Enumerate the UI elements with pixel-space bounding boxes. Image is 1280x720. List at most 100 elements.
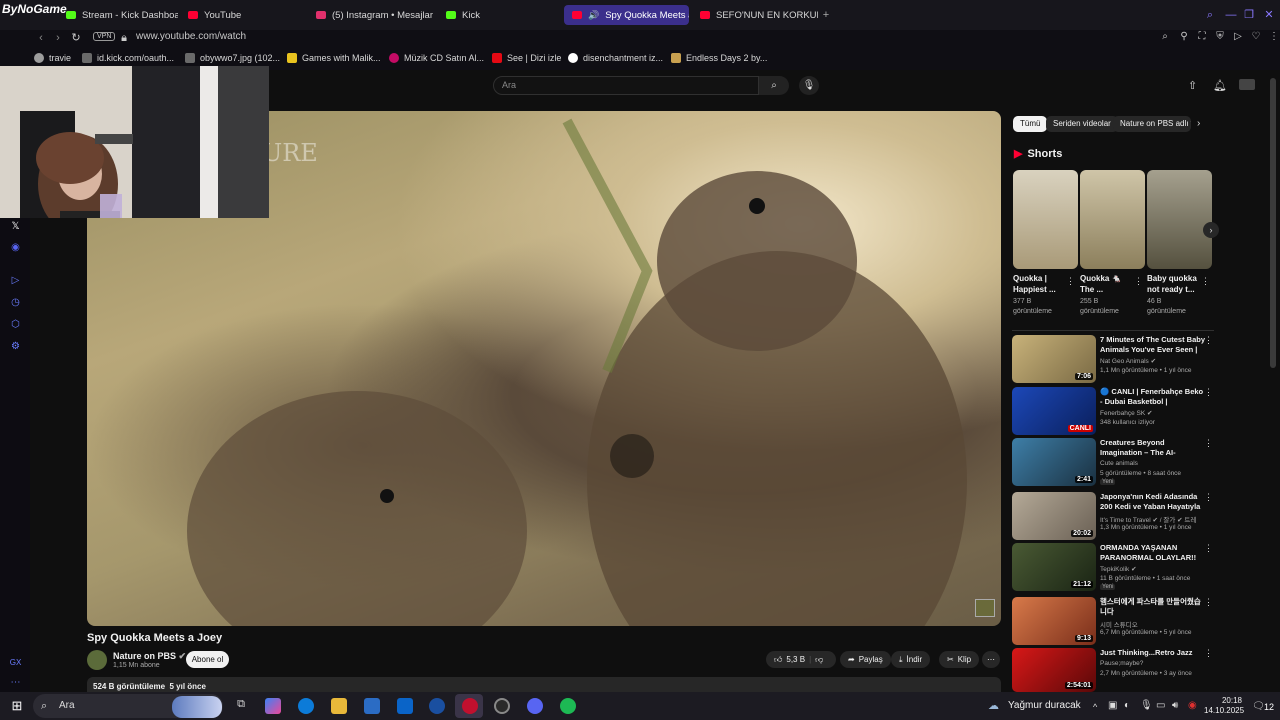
short-thumb[interactable] bbox=[1013, 170, 1078, 269]
discord-icon[interactable]: ◉ bbox=[9, 241, 22, 254]
edge-icon[interactable] bbox=[298, 698, 314, 714]
minimize-icon[interactable]: — bbox=[1224, 8, 1238, 22]
spotify-icon[interactable] bbox=[560, 698, 576, 714]
rec-title[interactable]: 햄스터에게 파스타를 만들어줬습니다 bbox=[1100, 597, 1205, 617]
tab-kick[interactable]: Kick bbox=[438, 5, 562, 25]
store-icon[interactable] bbox=[364, 698, 380, 714]
subscribe-button[interactable]: Abone ol bbox=[186, 651, 229, 668]
close-icon[interactable]: ✕ bbox=[1262, 8, 1276, 22]
history-icon[interactable]: ◷ bbox=[9, 296, 22, 309]
share-button[interactable]: ➦ Paylaş bbox=[840, 651, 891, 668]
more-icon[interactable]: ⋮ bbox=[1204, 648, 1213, 659]
more-icon[interactable]: ⋮ bbox=[1201, 276, 1210, 287]
video-thumbnail[interactable]: 21:12 bbox=[1012, 543, 1096, 591]
back-icon[interactable]: ‹ bbox=[34, 31, 48, 45]
rec-title[interactable]: ORMANDA YAŞANAN PARANORMAL OLAYLAR!! bbox=[1100, 543, 1205, 563]
steam-icon[interactable] bbox=[494, 698, 510, 714]
rec-title[interactable]: Japonya'nın Kedi Adasında 200 Kedi ve Ya… bbox=[1100, 492, 1205, 512]
short-title[interactable]: Quokka | Happiest ... bbox=[1013, 273, 1068, 295]
url-field[interactable]: www.youtube.com/watch bbox=[136, 31, 246, 42]
heart-icon[interactable]: ♡ bbox=[1250, 31, 1262, 43]
task-view-icon[interactable]: ⧉ bbox=[233, 698, 249, 714]
download-button[interactable]: ⤓ İndir bbox=[891, 651, 931, 668]
end-card-icon[interactable] bbox=[975, 599, 995, 617]
video-thumbnail[interactable]: 9:13 bbox=[1012, 597, 1096, 645]
channel-avatar[interactable] bbox=[87, 650, 107, 670]
chip-all[interactable]: Tümü bbox=[1013, 116, 1048, 132]
more-icon[interactable]: ⋯ bbox=[9, 676, 22, 689]
network-icon[interactable]: ▭ bbox=[1156, 700, 1165, 711]
bell-icon[interactable]: 🔔︎ bbox=[1213, 79, 1227, 92]
rec-channel[interactable]: Fenerbahçe SK ✔ bbox=[1100, 409, 1152, 417]
pin-icon[interactable]: ⚲ bbox=[1178, 31, 1190, 43]
short-thumb[interactable] bbox=[1080, 170, 1145, 269]
forward-icon[interactable]: › bbox=[51, 31, 65, 45]
rec-channel[interactable]: TepkiKolik ✔ bbox=[1100, 565, 1137, 573]
zoom-icon[interactable]: ⌕ bbox=[1159, 31, 1171, 43]
new-tab-button[interactable]: + bbox=[819, 8, 833, 22]
weather-icon[interactable]: ☁ bbox=[988, 699, 999, 712]
tab-instagram[interactable]: (5) Instagram • Mesajlar bbox=[308, 5, 436, 25]
discord-icon[interactable] bbox=[527, 698, 543, 714]
opera-gx-icon[interactable] bbox=[462, 698, 478, 714]
more-icon[interactable]: ⋮ bbox=[1204, 335, 1213, 346]
video-thumbnail[interactable]: 7:06 bbox=[1012, 335, 1096, 383]
recommendation-item[interactable]: 7:06 7 Minutes of The Cutest Baby Animal… bbox=[1012, 335, 1217, 383]
rec-title[interactable]: 🔵 CANLI | Fenerbahçe Beko - Dubai Basket… bbox=[1100, 387, 1205, 407]
scrollbar[interactable] bbox=[1270, 78, 1276, 368]
clip-button[interactable]: ✂ Klip bbox=[939, 651, 980, 668]
video-thumbnail[interactable]: 2:41 bbox=[1012, 438, 1096, 486]
chip-series[interactable]: Seriden videolar bbox=[1046, 116, 1118, 132]
outlook-icon[interactable] bbox=[397, 698, 413, 714]
search-input[interactable]: Ara bbox=[493, 76, 759, 95]
like-button[interactable]: 👍︎ 5,3 B | 👎︎ bbox=[766, 651, 836, 668]
clock[interactable]: 20:18 14.10.2025 bbox=[1204, 696, 1244, 716]
recommendation-item[interactable]: 20:02 Japonya'nın Kedi Adasında 200 Kedi… bbox=[1012, 492, 1217, 540]
bookmark-see-dizi[interactable]: See | Dizi izle bbox=[492, 53, 561, 63]
copilot-icon[interactable] bbox=[265, 698, 281, 714]
upload-icon[interactable]: ⇧ bbox=[1188, 79, 1197, 92]
x-icon[interactable]: 𝕏 bbox=[9, 220, 22, 233]
bookmark-disenchantment[interactable]: disenchantment iz... bbox=[568, 53, 663, 63]
more-icon[interactable]: ⋮ bbox=[1204, 438, 1213, 449]
recommendation-item[interactable]: 2:41 Creatures Beyond Imagination – The … bbox=[1012, 438, 1217, 486]
bookmark-travie[interactable]: travie bbox=[34, 53, 71, 63]
search-tabs-icon[interactable]: ⌕ bbox=[1203, 8, 1217, 22]
antivirus-icon[interactable]: ◉ bbox=[1188, 700, 1197, 711]
bookmark-kick-oauth[interactable]: id.kick.com/oauth... bbox=[82, 53, 174, 63]
channel-name[interactable]: Nature on PBS ✔ bbox=[113, 651, 186, 662]
tray-chevron-icon[interactable]: ^ bbox=[1093, 702, 1097, 712]
recommendation-item[interactable]: 21:12 ORMANDA YAŞANAN PARANORMAL OLAYLAR… bbox=[1012, 543, 1217, 591]
reload-icon[interactable]: ↻ bbox=[69, 31, 83, 45]
bookmark-games-malik[interactable]: Games with Malik... bbox=[287, 53, 381, 63]
volume-icon[interactable]: 🔊︎ bbox=[1172, 700, 1178, 711]
bookmark-muzik-cd[interactable]: Müzik CD Satın Al... bbox=[389, 53, 484, 63]
chevron-right-icon[interactable]: › bbox=[1203, 222, 1219, 238]
weather-text[interactable]: Yağmur duracak bbox=[1008, 700, 1081, 711]
tray-app-icon[interactable]: ◐ bbox=[1124, 700, 1130, 711]
recommendation-item[interactable]: 2:54:01 Just Thinking...Retro Jazz Pause… bbox=[1012, 648, 1217, 692]
video-thumbnail[interactable]: CANLI bbox=[1012, 387, 1096, 435]
tray-app-icon[interactable]: ▣ bbox=[1108, 700, 1117, 711]
more-icon[interactable]: ⋮ bbox=[1204, 597, 1213, 608]
short-thumb[interactable] bbox=[1147, 170, 1212, 269]
rec-channel[interactable]: Cute animals bbox=[1100, 460, 1138, 467]
rec-title[interactable]: Creatures Beyond Imagination – The AI-Ge… bbox=[1100, 438, 1205, 458]
rec-channel[interactable]: 시미 스튜디오 bbox=[1100, 619, 1138, 629]
video-thumbnail[interactable]: 2:54:01 bbox=[1012, 648, 1096, 692]
ea-icon[interactable] bbox=[429, 698, 445, 714]
bookmark-endless-days[interactable]: Endless Days 2 by... bbox=[671, 53, 767, 63]
tab-spy-quokka[interactable]: 🔊 Spy Quokka Meets a bbox=[564, 5, 689, 25]
gx-icon[interactable]: GX bbox=[9, 656, 22, 669]
player-icon[interactable]: ▷ bbox=[9, 274, 22, 287]
file-explorer-icon[interactable] bbox=[331, 698, 347, 714]
rec-title[interactable]: Just Thinking...Retro Jazz bbox=[1100, 648, 1205, 658]
more-actions-button[interactable]: ⋯ bbox=[982, 651, 1000, 668]
more-icon[interactable]: ⋮ bbox=[1134, 276, 1143, 287]
chip-channel[interactable]: Nature on PBS adlı y bbox=[1113, 116, 1191, 132]
bookmark-obywwo[interactable]: obywwo7.jpg (102... bbox=[185, 53, 280, 63]
search-button[interactable]: ⌕ bbox=[759, 76, 789, 95]
vpn-badge[interactable]: VPN bbox=[93, 32, 116, 41]
screenshot-icon[interactable]: ⛶ bbox=[1196, 31, 1208, 43]
shield-icon[interactable]: ⛨ bbox=[1214, 31, 1226, 43]
